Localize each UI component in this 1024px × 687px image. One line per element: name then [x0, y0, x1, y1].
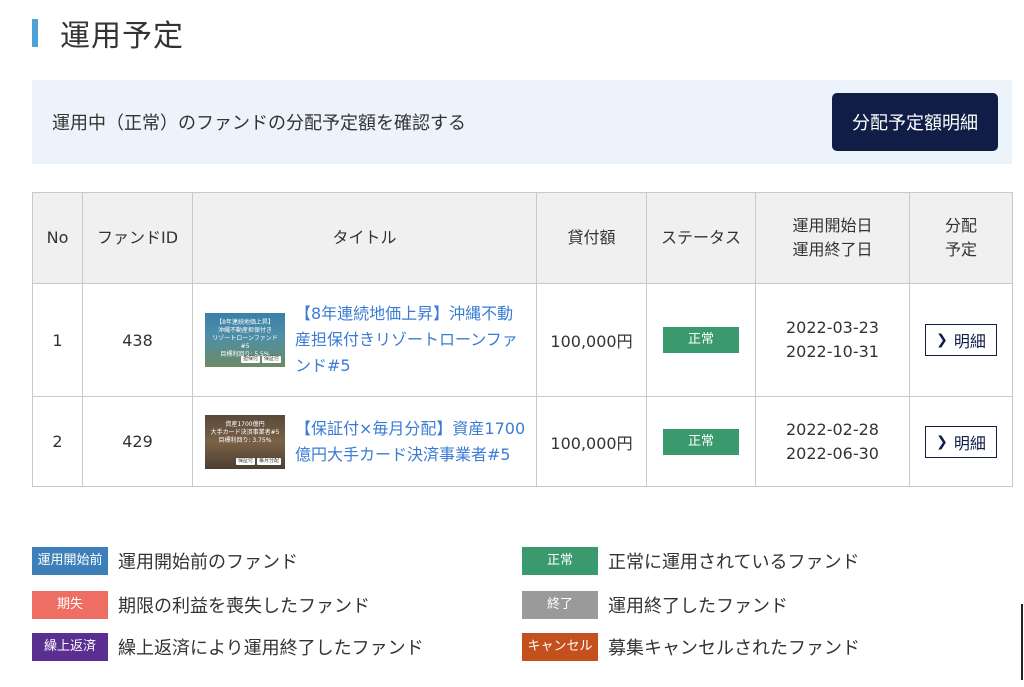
fund-thumbnail[interactable]: 資産1700億円 大手カード決済事業者#5 目標利回り: 3.75% 保証付 毎… [205, 414, 285, 469]
cell-fund-id: 429 [82, 396, 193, 487]
end-date: 2022-10-31 [786, 342, 879, 361]
cell-distribution: ❯ 明細 [909, 396, 1013, 487]
scrollbar[interactable] [1021, 604, 1023, 680]
cell-title: 【8年連続地価上昇】 沖縄不動産担保付き リゾートローンファンド#5 目標利回り… [192, 283, 537, 397]
detail-button[interactable]: ❯ 明細 [925, 324, 997, 356]
page-title: 運用予定 [60, 19, 184, 54]
header-fund-id: ファンドID [82, 192, 193, 284]
distribution-details-button[interactable]: 分配予定額明細 [832, 93, 998, 151]
fund-thumbnail[interactable]: 【8年連続地価上昇】 沖縄不動産担保付き リゾートローンファンド#5 目標利回り… [205, 313, 285, 367]
chevron-right-icon: ❯ [936, 332, 948, 348]
thumbnail-badges: 保証付 毎月分配 [235, 457, 281, 465]
legend-badge: 終了 [522, 591, 598, 619]
legend-item: 運用開始前 運用開始前のファンド [32, 547, 298, 575]
end-date: 2022-06-30 [786, 443, 879, 463]
thumbnail-caption: 資産1700億円 大手カード決済事業者#5 目標利回り: 3.75% [210, 420, 280, 444]
banner-text: 運用中（正常）のファンドの分配予定額を確認する [52, 113, 466, 134]
legend-item: 終了 運用終了したファンド [522, 591, 788, 619]
legend-badge: 正常 [522, 547, 598, 575]
thumbnail-caption: 【8年連続地価上昇】 沖縄不動産担保付き リゾートローンファンド#5 目標利回り… [212, 319, 278, 358]
cell-amount: 100,000円 [536, 396, 647, 487]
table-row: 2 429 資産1700億円 大手カード決済事業者#5 目標利回り: 3.75%… [32, 396, 1013, 487]
table-header-row: No ファンドID タイトル 貸付額 ステータス 運用開始日 運用終了日 分配 … [32, 192, 1013, 284]
legend-item: キャンセル 募集キャンセルされたファンド [522, 633, 860, 661]
detail-button[interactable]: ❯ 明細 [925, 425, 997, 458]
legend-badge: 期失 [32, 591, 108, 619]
fund-table: No ファンドID タイトル 貸付額 ステータス 運用開始日 運用終了日 分配 … [32, 192, 1013, 487]
cell-status: 正常 [646, 396, 756, 487]
cell-dates: 2022-02-28 2022-06-30 [755, 396, 910, 487]
fund-title-link[interactable]: 【保証付×毎月分配】資産1700億円大手カード決済事業者#5 [295, 416, 528, 468]
chevron-right-icon: ❯ [936, 433, 948, 450]
cell-dates: 2022-03-23 2022-10-31 [755, 283, 910, 397]
header-end-date: 運用終了日 [792, 240, 873, 259]
thumbnail-badge: 保証付 [235, 457, 255, 465]
legend-text: 正常に運用されているファンド [608, 552, 860, 573]
cell-amount: 100,000円 [536, 283, 647, 397]
status-badge: 正常 [663, 327, 739, 353]
cell-distribution: ❯ 明細 [909, 283, 1013, 397]
header-title: タイトル [192, 192, 537, 284]
page-heading: 運用予定 [32, 10, 184, 56]
legend-text: 運用終了したファンド [608, 596, 788, 617]
legend-text: 期限の利益を喪失したファンド [118, 596, 370, 617]
thumbnail-badge: 保証付 [261, 356, 281, 363]
legend-badge: キャンセル [522, 633, 598, 661]
header-start-date: 運用開始日 [792, 216, 873, 235]
cell-status: 正常 [646, 283, 756, 397]
header-distribution: 分配 予定 [909, 192, 1013, 284]
page: 運用予定 運用中（正常）のファンドの分配予定額を確認する 分配予定額明細 No … [0, 0, 1024, 687]
legend-item: 繰上返済 繰上返済により運用終了したファンド [32, 633, 424, 661]
thumbnail-badge: 毎月分配 [256, 457, 281, 465]
detail-button-label: 明細 [953, 433, 986, 453]
legend-text: 繰上返済により運用終了したファンド [118, 638, 424, 659]
status-badge: 正常 [663, 428, 739, 455]
detail-button-label: 明細 [953, 332, 986, 351]
start-date: 2022-03-23 [786, 318, 879, 337]
legend-badge: 繰上返済 [32, 633, 108, 661]
legend-item: 期失 期限の利益を喪失したファンド [32, 591, 370, 619]
table-row: 1 438 【8年連続地価上昇】 沖縄不動産担保付き リゾートローンファンド#5… [32, 283, 1013, 397]
heading-accent-bar [32, 19, 38, 47]
cell-fund-id: 438 [82, 283, 193, 397]
thumbnail-badges: 担保付 保証付 [240, 356, 281, 363]
header-amount: 貸付額 [536, 192, 647, 284]
header-no: No [32, 192, 83, 284]
start-date: 2022-02-28 [786, 419, 879, 439]
cell-no: 1 [32, 283, 83, 397]
header-dates: 運用開始日 運用終了日 [755, 192, 910, 284]
legend-item: 正常 正常に運用されているファンド [522, 547, 859, 575]
legend-text: 募集キャンセルされたファンド [608, 638, 860, 659]
cell-title: 資産1700億円 大手カード決済事業者#5 目標利回り: 3.75% 保証付 毎… [192, 396, 537, 487]
cell-no: 2 [32, 396, 83, 487]
legend-badge: 運用開始前 [32, 547, 108, 575]
distribution-banner: 運用中（正常）のファンドの分配予定額を確認する 分配予定額明細 [32, 80, 1012, 164]
header-distribution-line2: 予定 [944, 240, 977, 259]
legend-text: 運用開始前のファンド [118, 552, 298, 573]
header-status: ステータス [646, 192, 756, 284]
header-distribution-line1: 分配 [944, 216, 977, 235]
fund-title-link[interactable]: 【8年連続地価上昇】沖縄不動産担保付きリゾートローンファンド#5 [295, 301, 528, 379]
thumbnail-badge: 担保付 [240, 356, 260, 363]
